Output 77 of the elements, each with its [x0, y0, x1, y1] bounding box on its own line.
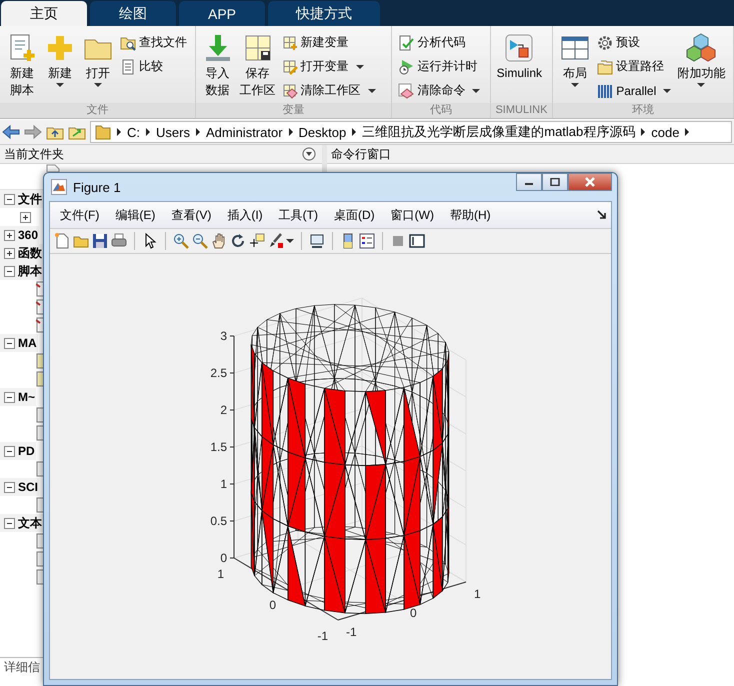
ribbon-button[interactable]: 附加功能 [677, 32, 726, 103]
ribbon-button[interactable]: 预设 [597, 32, 672, 53]
tree-item-label: PD [18, 444, 35, 458]
ribbon-button[interactable]: 清除命令 [398, 80, 480, 101]
menu-item[interactable]: 插入(I) [219, 204, 271, 226]
path-segment[interactable]: C: [127, 124, 140, 140]
tick-label: 2.5 [210, 366, 227, 380]
path-segment[interactable]: Desktop [298, 124, 346, 140]
panel-title: 当前文件夹 [4, 146, 64, 162]
ribbon-button[interactable]: 打开 [82, 32, 114, 103]
tree-item[interactable]: SCI [0, 478, 40, 496]
ribbon-button[interactable]: 布局 [559, 32, 592, 103]
tree-item-label: 360 [18, 228, 38, 242]
tree-item[interactable]: M~ [0, 388, 36, 406]
ribbon-button[interactable]: 分析代码 [398, 32, 480, 53]
tick-label: 0 [220, 551, 227, 565]
menu-item[interactable]: 查看(V) [163, 204, 220, 226]
tick-label: -1 [346, 625, 357, 639]
group-label: 变量 [196, 103, 392, 118]
tree-item[interactable]: 文本 [0, 514, 43, 532]
tick-label: 0 [410, 606, 417, 620]
path-segment[interactable]: Administrator [206, 124, 283, 140]
menu-item[interactable]: 窗口(W) [382, 204, 442, 226]
tick-label: 0 [269, 598, 276, 612]
tree-item[interactable]: 脚本 [0, 262, 43, 280]
tick-label: -1 [317, 629, 328, 643]
group-label: 环境 [553, 103, 733, 118]
tab[interactable]: 快捷方式 [268, 1, 380, 26]
tree-item-label: 脚本 [18, 262, 42, 280]
tree-item[interactable]: 文件 [0, 190, 43, 208]
ribbon-button[interactable]: 新建 [44, 32, 76, 103]
menu-item[interactable]: 帮助(H) [442, 204, 499, 226]
tree-item[interactable]: MA [0, 334, 38, 352]
group-label: 代码 [392, 103, 490, 118]
ribbon-button[interactable]: 设置路径 [597, 56, 672, 77]
ribbon-button[interactable]: 新建 脚本 [6, 32, 38, 103]
ribbon-button[interactable]: Parallel [597, 80, 672, 101]
tree-item-label: SCI [18, 480, 38, 494]
path-segment[interactable]: 三维阻抗及光学断层成像重建的matlab程序源码 [362, 123, 636, 141]
ribbon-button[interactable]: 打开变量 [282, 56, 376, 77]
tab[interactable]: APP [179, 1, 265, 26]
menu-item[interactable]: 桌面(D) [326, 204, 383, 226]
tree-item[interactable]: PD [0, 442, 36, 460]
path-segment[interactable]: code [651, 124, 680, 140]
ribbon-button[interactable]: 比较 [120, 56, 187, 77]
ribbon-button[interactable]: 新建变量 [282, 32, 376, 53]
tick-label: 1.5 [210, 440, 227, 454]
path-segment[interactable]: Users [156, 124, 190, 140]
ribbon-button[interactable]: 保存 工作区 [240, 32, 276, 103]
ribbon-button[interactable]: 导入 数据 [202, 32, 234, 103]
menu-item[interactable]: 编辑(E) [107, 204, 164, 226]
ribbon-button[interactable]: 运行并计时 [398, 56, 480, 77]
group-label: 文件 [0, 103, 195, 118]
path-field[interactable]: C: Users Administrator Desktop 三维阻抗及光学断层成像重建的matlab程序源码 code [90, 121, 732, 143]
tab[interactable]: 绘图 [90, 1, 176, 26]
tick-label: 1 [220, 477, 227, 491]
tree-item-label: M~ [18, 390, 36, 404]
tick-label: 1 [474, 587, 481, 601]
tick-label: 3 [220, 329, 227, 343]
tree-item-label: 函数 [18, 244, 42, 262]
tick-label: 2 [220, 403, 227, 417]
tree-item[interactable]: 函数 [0, 244, 43, 262]
tick-label: 1 [217, 567, 224, 581]
tree-item-label: 文件 [18, 190, 42, 208]
ribbon-button[interactable]: 清除工作区 [282, 80, 376, 101]
ribbon-button[interactable]: Simulink [496, 32, 542, 103]
tree-item-label: MA [18, 336, 37, 350]
tick-label: 0.5 [210, 514, 227, 528]
menu-item[interactable]: 工具(T) [270, 204, 326, 226]
menu-item[interactable]: 文件(F) [52, 204, 108, 226]
tree-item-label: 文本 [18, 514, 42, 532]
group-label: SIMULINK [490, 103, 552, 118]
tree-item[interactable]: 360 [0, 226, 40, 244]
ribbon-button[interactable]: 查找文件 [120, 32, 187, 53]
window-title: Figure 1 [73, 180, 122, 194]
panel-title: 命令行窗口 [331, 146, 391, 162]
tab[interactable]: 主页 [1, 1, 87, 26]
